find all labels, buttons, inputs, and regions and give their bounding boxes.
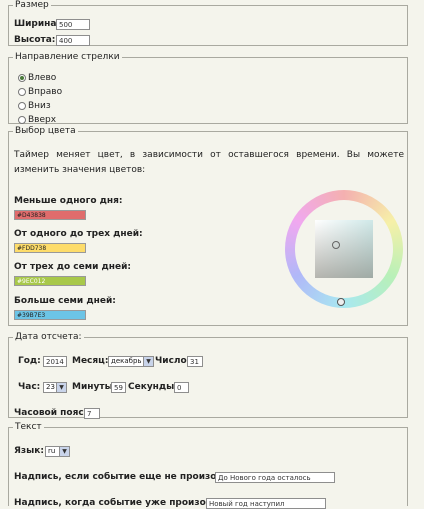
direction-legend: Направление стрелки bbox=[15, 52, 120, 62]
color-label-1: Меньше одного дня: bbox=[14, 196, 123, 206]
minutes-input[interactable] bbox=[111, 382, 126, 393]
radio-left-label: Влево bbox=[28, 73, 57, 83]
radio-right-label: Вправо bbox=[28, 87, 63, 97]
language-select-value: ru bbox=[48, 447, 56, 455]
before-event-input[interactable] bbox=[215, 472, 335, 483]
color-legend: Выбор цвета bbox=[15, 126, 76, 136]
timezone-label: Часовой пояс: bbox=[14, 408, 88, 418]
month-select[interactable]: декабрь ▼ bbox=[108, 356, 154, 367]
color-fieldset: Выбор цвета Таймер меняет цвет, в зависи… bbox=[8, 126, 408, 326]
color-swatch-1[interactable]: #D43838 bbox=[14, 210, 86, 220]
hour-select[interactable]: 23 ▼ bbox=[43, 382, 67, 393]
hour-select-value: 23 bbox=[46, 383, 55, 391]
text-legend: Текст bbox=[15, 422, 42, 432]
year-input[interactable] bbox=[43, 356, 67, 367]
color-label-2: От одного до трех дней: bbox=[14, 229, 143, 239]
radio-right-circle[interactable] bbox=[18, 88, 26, 96]
month-select-value: декабрь bbox=[111, 357, 142, 365]
day-label: Число: bbox=[155, 356, 191, 366]
color-swatch-4[interactable]: #39B7E3 bbox=[14, 310, 86, 320]
month-label: Месяц: bbox=[72, 356, 109, 366]
text-fieldset: Текст Язык: ru ▼ Надпись, если событие е… bbox=[8, 422, 408, 509]
timezone-input[interactable] bbox=[84, 408, 100, 419]
radio-left-circle[interactable] bbox=[18, 74, 26, 82]
height-input[interactable] bbox=[56, 35, 90, 46]
seconds-label: Секунды: bbox=[128, 382, 178, 392]
direction-fieldset: Направление стрелки Влево Вправо Вниз Вв… bbox=[8, 52, 408, 125]
chevron-down-icon[interactable]: ▼ bbox=[59, 447, 69, 456]
day-input[interactable] bbox=[187, 356, 203, 367]
chevron-down-icon[interactable]: ▼ bbox=[143, 357, 153, 366]
radio-down-label: Вниз bbox=[28, 101, 51, 111]
minutes-label: Минуты: bbox=[72, 382, 117, 392]
size-legend: Размер bbox=[15, 0, 49, 10]
color-swatch-2[interactable]: #FDD738 bbox=[14, 243, 86, 253]
color-label-4: Больше семи дней: bbox=[14, 296, 116, 306]
radio-up-label: Вверх bbox=[28, 115, 57, 125]
size-fieldset: Размер Ширина: Высота: bbox=[8, 0, 408, 46]
width-input[interactable] bbox=[56, 19, 90, 30]
color-wheel-marker[interactable] bbox=[337, 298, 345, 306]
color-swatch-3[interactable]: #9EC012 bbox=[14, 276, 86, 286]
hour-label: Час: bbox=[18, 382, 41, 392]
color-label-3: От трех до семи дней: bbox=[14, 262, 132, 272]
language-select[interactable]: ru ▼ bbox=[45, 446, 70, 457]
date-fieldset: Дата отсчета: Год: Месяц: декабрь ▼ Числ… bbox=[8, 332, 408, 419]
chevron-down-icon[interactable]: ▼ bbox=[56, 383, 66, 392]
width-label: Ширина: bbox=[14, 19, 61, 29]
radio-down-circle[interactable] bbox=[18, 102, 26, 110]
after-event-label: Надпись, когда событие уже произошло: bbox=[14, 498, 232, 508]
language-label: Язык: bbox=[14, 446, 45, 456]
color-square-marker[interactable] bbox=[332, 241, 340, 249]
radio-up-circle[interactable] bbox=[18, 116, 26, 124]
date-legend: Дата отсчета: bbox=[15, 332, 82, 342]
seconds-input[interactable] bbox=[174, 382, 189, 393]
height-label: Высота: bbox=[14, 35, 56, 45]
before-event-label: Надпись, если событие еще не произошло: bbox=[14, 472, 243, 482]
color-square[interactable] bbox=[315, 220, 373, 278]
year-label: Год: bbox=[18, 356, 41, 366]
color-description: Таймер меняет цвет, в зависимости от ост… bbox=[14, 150, 404, 175]
after-event-input[interactable] bbox=[206, 498, 326, 509]
color-wheel[interactable] bbox=[285, 190, 403, 308]
